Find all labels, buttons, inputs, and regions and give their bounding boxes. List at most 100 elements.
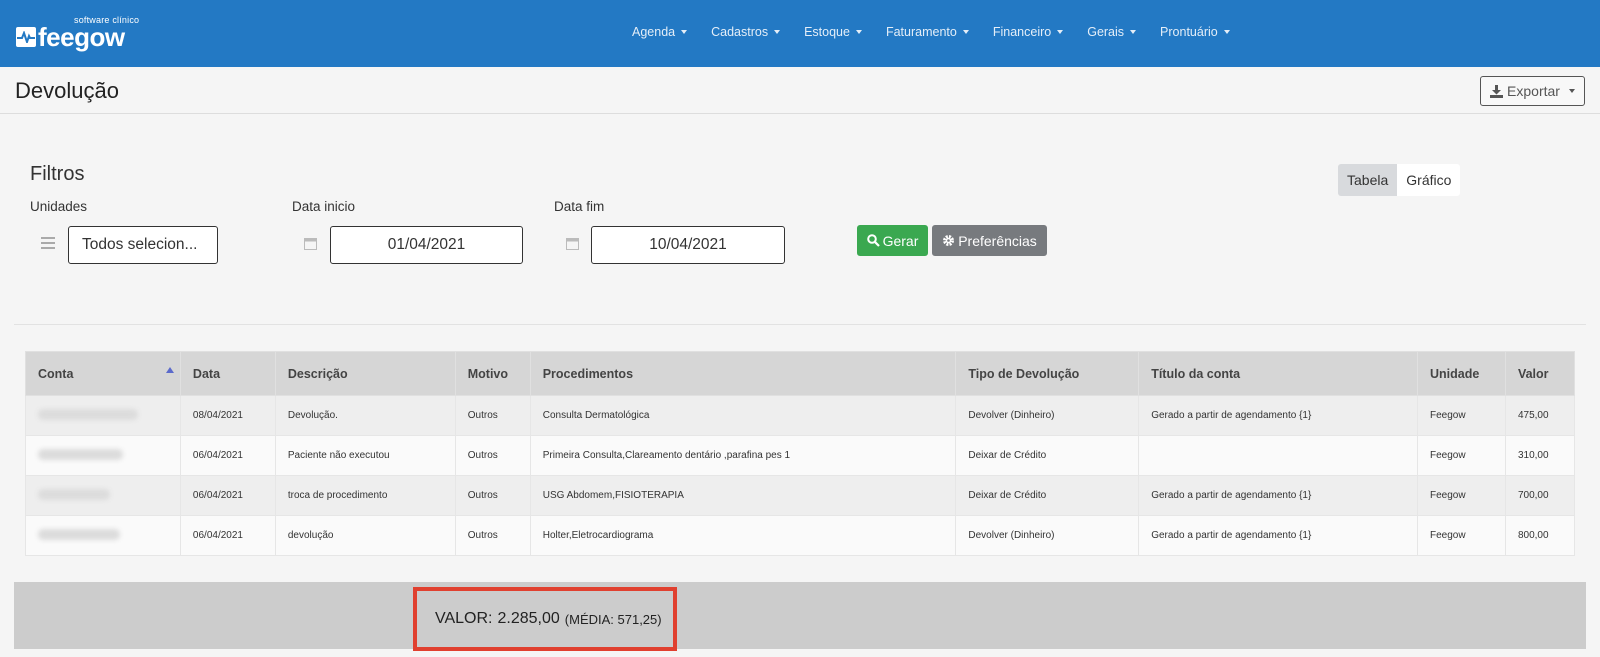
descricao-cell: troca de procedimento [274, 475, 456, 516]
nav-item-label: Cadastros [711, 25, 769, 39]
section-divider [14, 324, 1586, 325]
motivo-cell: Outros [454, 515, 531, 556]
caret-down-icon [1130, 30, 1137, 34]
conta-cell [25, 515, 181, 556]
download-icon [1490, 84, 1504, 98]
tab-grafico[interactable]: Gráfico [1397, 164, 1461, 196]
data-fim-input[interactable]: 10/04/2021 [591, 226, 785, 264]
column-header-data[interactable]: Data [179, 351, 276, 396]
valor-cell: 310,00 [1504, 435, 1576, 476]
data-inicio-value: 01/04/2021 [387, 236, 466, 253]
calendar-icon [566, 238, 579, 250]
redacted-name [38, 408, 138, 420]
table-row[interactable]: 06/04/2021 troca de procedimento Outros … [25, 475, 1576, 516]
devolucao-table: Conta Data Descrição Motivo Procedimento… [25, 351, 1576, 556]
caret-down-icon [1057, 30, 1064, 34]
nav-item-faturamento[interactable]: Faturamento [886, 25, 969, 39]
caret-down-icon [774, 30, 781, 34]
search-icon [866, 234, 880, 247]
descricao-cell: Devolução. [274, 395, 456, 436]
logo-name: feegow [38, 22, 125, 52]
column-header-motivo[interactable]: Motivo [454, 351, 531, 396]
caret-down-icon [962, 30, 969, 34]
column-header-procedimentos[interactable]: Procedimentos [529, 351, 957, 396]
data-cell: 06/04/2021 [179, 475, 276, 516]
main-menu: Agenda Cadastros Estoque Faturamento Fin… [632, 0, 1254, 64]
procedimentos-cell: Holter,Eletrocardiograma [529, 515, 957, 556]
export-label: Exportar [1507, 83, 1560, 99]
nav-item-gerais[interactable]: Gerais [1087, 25, 1137, 39]
column-header-descricao[interactable]: Descrição [274, 351, 456, 396]
data-inicio-input[interactable]: 01/04/2021 [330, 226, 523, 264]
view-toggle: Tabela Gráfico [1338, 164, 1461, 196]
data-cell: 06/04/2021 [179, 515, 276, 556]
valor-cell: 800,00 [1504, 515, 1576, 556]
descricao-cell: Paciente não executou [274, 435, 456, 476]
conta-cell [25, 475, 181, 516]
summary-total-highlight: VALOR: 2.285,00 (MÉDIA: 571,25) [413, 587, 677, 651]
procedimentos-cell: USG Abdomem,FISIOTERAPIA [529, 475, 957, 516]
nav-item-agenda[interactable]: Agenda [632, 25, 688, 39]
calendar-icon [304, 238, 317, 250]
titulo-cell: Gerado a partir de agendamento {1} [1138, 515, 1418, 556]
summary-average: (MÉDIA: 571,25) [564, 611, 662, 627]
tipo-cell: Deixar de Crédito [955, 475, 1140, 516]
data-fim-label: Data fim [554, 199, 605, 214]
summary-bar [14, 582, 1586, 649]
motivo-cell: Outros [454, 395, 531, 436]
gerar-button[interactable]: Gerar [857, 225, 928, 256]
data-cell: 08/04/2021 [179, 395, 276, 436]
tipo-cell: Devolver (Dinheiro) [955, 515, 1140, 556]
unidades-label: Unidades [30, 199, 88, 214]
conta-cell [25, 435, 181, 476]
column-header-valor[interactable]: Valor [1504, 351, 1576, 396]
preferencias-label: Preferências [958, 232, 1037, 249]
caret-down-icon [681, 30, 688, 34]
gerar-label: Gerar [882, 232, 919, 249]
column-header-conta[interactable]: Conta [25, 351, 181, 396]
unidades-select[interactable]: Todos selecion... [68, 226, 218, 264]
data-cell: 06/04/2021 [179, 435, 276, 476]
column-header-unidade[interactable]: Unidade [1416, 351, 1506, 396]
unidade-cell: Feegow [1416, 435, 1506, 476]
titulo-cell: Gerado a partir de agendamento {1} [1138, 395, 1418, 436]
unidades-value: Todos selecion... [82, 236, 198, 253]
preferencias-button[interactable]: Preferências [932, 225, 1047, 256]
tipo-cell: Devolver (Dinheiro) [955, 395, 1140, 436]
filters-title: Filtros [30, 163, 85, 185]
logo-heartbeat-icon [16, 27, 36, 47]
nav-item-financeiro[interactable]: Financeiro [992, 25, 1064, 39]
column-header-tipo-devolucao[interactable]: Tipo de Devolução [955, 351, 1140, 396]
nav-item-label: Prontuário [1160, 25, 1218, 39]
table-row[interactable]: 06/04/2021 Paciente não executou Outros … [25, 435, 1576, 476]
nav-item-label: Estoque [804, 25, 850, 39]
top-navbar: software clínico feegow Agenda Cadastros… [0, 0, 1600, 67]
gear-icon [943, 235, 955, 246]
motivo-cell: Outros [454, 435, 531, 476]
column-header-label: Conta [38, 366, 74, 381]
column-header-titulo-conta[interactable]: Título da conta [1138, 351, 1418, 396]
feegow-logo[interactable]: software clínico feegow [16, 16, 139, 50]
procedimentos-cell: Consulta Dermatológica [529, 395, 957, 436]
nav-item-estoque[interactable]: Estoque [804, 25, 862, 39]
table-row[interactable]: 08/04/2021 Devolução. Outros Consulta De… [25, 395, 1576, 436]
nav-item-label: Faturamento [885, 25, 957, 39]
nav-item-cadastros[interactable]: Cadastros [711, 25, 781, 39]
export-button[interactable]: Exportar [1480, 76, 1585, 106]
unidade-cell: Feegow [1416, 395, 1506, 436]
sort-ascending-icon [165, 367, 174, 373]
list-icon [41, 237, 55, 249]
descricao-cell: devolução [274, 515, 456, 556]
tab-tabela[interactable]: Tabela [1338, 164, 1398, 196]
caret-down-icon [1223, 30, 1230, 34]
data-inicio-label: Data inicio [292, 199, 356, 214]
page-title: Devolução [15, 78, 119, 103]
nav-item-prontuario[interactable]: Prontuário [1160, 25, 1230, 39]
caret-down-icon [1568, 89, 1575, 93]
redacted-name [38, 488, 110, 500]
table-row[interactable]: 06/04/2021 devolução Outros Holter,Eletr… [25, 515, 1576, 556]
conta-cell [25, 395, 181, 436]
caret-down-icon [855, 30, 862, 34]
page-header: Devolução Exportar [0, 67, 1600, 114]
nav-item-label: Financeiro [992, 25, 1052, 39]
